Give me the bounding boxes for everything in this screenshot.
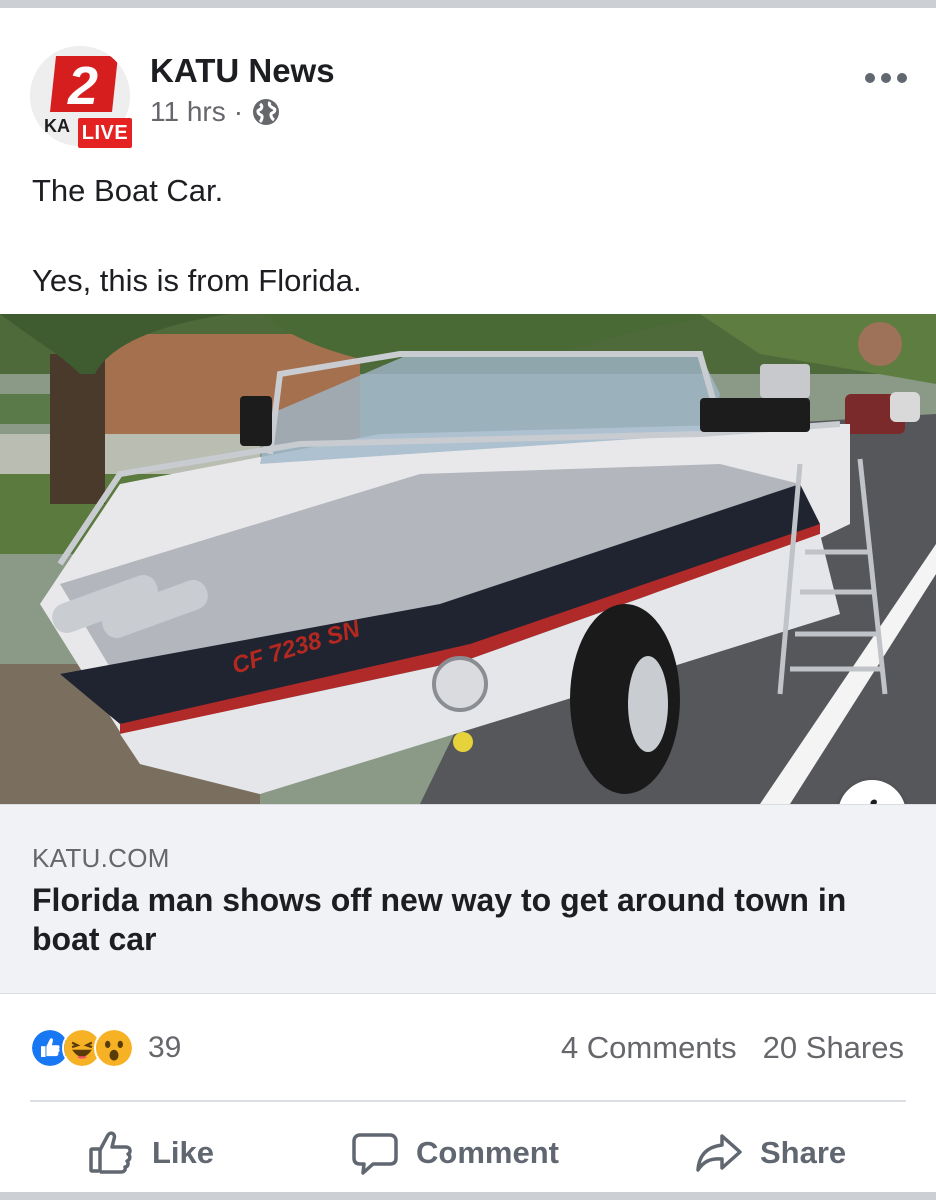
comment-label: Comment xyxy=(416,1135,559,1170)
boat-car-photo: CF 7238 SN xyxy=(0,314,936,804)
like-label: Like xyxy=(152,1135,215,1170)
post-text-line: The Boat Car. xyxy=(32,173,224,208)
comment-button[interactable]: Comment xyxy=(350,1118,559,1188)
meta-separator: · xyxy=(233,96,244,127)
action-bar: Like Comment Share xyxy=(0,1118,936,1188)
post-card: 2 KA LIVE KATU News 11 hrs · The Boat Ca… xyxy=(0,8,936,1192)
comment-bubble-icon xyxy=(352,1133,398,1175)
comments-count[interactable]: 4 Comments xyxy=(561,1030,737,1066)
avatar-channel-number: 2 xyxy=(67,56,98,116)
page-name[interactable]: KATU News xyxy=(150,52,335,90)
more-horizontal-icon[interactable] xyxy=(860,66,912,90)
link-preview-image[interactable]: CF 7238 SN xyxy=(0,314,936,804)
link-domain: KATU.COM xyxy=(32,843,170,873)
live-badge: LIVE xyxy=(78,118,132,148)
post-time[interactable]: 11 hrs xyxy=(150,96,226,128)
globe-icon xyxy=(253,99,280,125)
post-meta: 11 hrs · xyxy=(150,96,281,128)
link-preview[interactable]: KATU.COM Florida man shows off new way t… xyxy=(0,804,936,994)
post-text-line: Yes, this is from Florida. xyxy=(32,263,362,298)
post-text: The Boat Car. Yes, this is from Florida. xyxy=(32,168,362,303)
divider xyxy=(30,1100,906,1102)
reactions-summary[interactable]: 39 xyxy=(30,1026,181,1070)
wow-reaction-icon xyxy=(94,1028,134,1068)
avatar-letters: KA xyxy=(44,116,70,136)
reaction-count: 39 xyxy=(148,1031,182,1064)
share-button[interactable]: Share xyxy=(694,1118,846,1188)
engagement-counts: 4 Comments 20 Shares xyxy=(561,1030,904,1066)
share-label: Share xyxy=(760,1135,847,1170)
link-title: Florida man shows off new way to get aro… xyxy=(32,882,847,957)
share-arrow-icon xyxy=(696,1134,742,1172)
shares-count[interactable]: 20 Shares xyxy=(763,1030,904,1066)
thumbs-up-icon xyxy=(89,1131,132,1174)
like-button[interactable]: Like xyxy=(86,1118,214,1188)
